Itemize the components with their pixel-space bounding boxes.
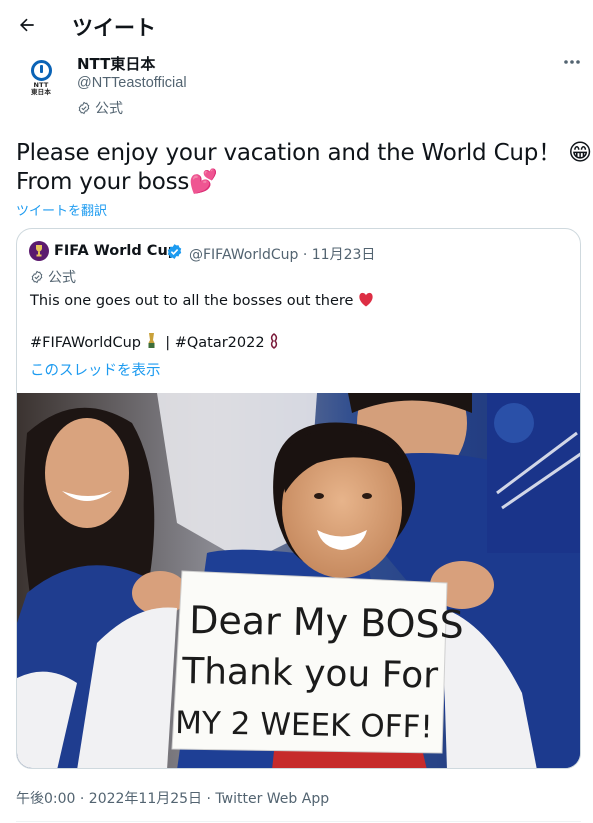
show-thread-link[interactable]: このスレッドを表示 — [30, 359, 161, 380]
hashtag-qatar2022[interactable]: #Qatar2022 — [175, 335, 265, 351]
quote-handle-date[interactable]: @FIFAWorldCup · 11月23日 — [189, 244, 375, 264]
quoted-tweet[interactable]: FIFA World Cup @FIFAWorldCup · 11月23日 公式… — [16, 228, 581, 769]
tweet-text-line-1: Please enjoy your vacation and the World… — [16, 140, 592, 166]
top-bar: ツイート — [0, 0, 593, 50]
official-badge: 公式 — [77, 98, 123, 118]
qatar-emblem-icon — [269, 333, 279, 353]
sign-line-3: MY 2 WEEK OFF! — [175, 705, 433, 745]
divider — [16, 821, 581, 822]
tweet-text-line-2: From your boss💕 — [16, 169, 218, 195]
arrow-left-icon — [20, 18, 34, 32]
hashtag-fifaworldcup[interactable]: #FIFAWorldCup — [30, 335, 141, 351]
hearts-emoji: 💕 — [189, 169, 218, 195]
fifa-trophy-icon — [36, 245, 42, 257]
more-button[interactable] — [560, 52, 584, 72]
author-handle[interactable]: @NTTeastofficial — [77, 75, 187, 91]
verified-badge-icon — [167, 244, 182, 259]
official-check-icon — [78, 101, 90, 115]
back-button[interactable] — [13, 11, 41, 39]
hashtag-separator: | — [165, 335, 175, 351]
author-name[interactable]: NTT東日本 — [77, 53, 155, 74]
tweet-timestamp[interactable]: 午後0:00 · 2022年11月25日 · Twitter Web App — [16, 788, 329, 808]
more-horizontal-icon — [564, 60, 580, 64]
avatar[interactable]: NTT 東日本 — [19, 56, 63, 100]
official-badge-label: 公式 — [95, 101, 123, 117]
quote-text: This one goes out to all the bosses out … — [30, 292, 374, 312]
tweet-text: Please enjoy your vacation and the World… — [16, 139, 592, 197]
grinning-emoji: 😁 — [568, 140, 592, 166]
red-heart-emoji — [358, 292, 374, 312]
quote-author-name[interactable]: FIFA World Cup — [54, 243, 178, 259]
ntt-logo-icon — [30, 60, 52, 81]
quote-hashtags: #FIFAWorldCup | #Qatar2022 — [30, 333, 279, 353]
quote-official-badge: 公式 — [30, 267, 76, 287]
quote-avatar[interactable] — [29, 241, 49, 261]
world-cup-trophy-icon — [146, 333, 157, 353]
tweet-photo[interactable]: Dear My BOSS Thank you For MY 2 WEEK OFF… — [17, 393, 580, 768]
sign-line-1: Dear My BOSS — [189, 598, 464, 647]
sign-line-2: Thank you For — [181, 651, 439, 696]
avatar-logo-text: NTT 東日本 — [30, 81, 52, 96]
quote-official-badge-label: 公式 — [48, 270, 76, 286]
translate-link[interactable]: ツイートを翻訳 — [16, 200, 107, 219]
official-check-icon — [31, 270, 43, 284]
page-title: ツイート — [72, 16, 156, 40]
